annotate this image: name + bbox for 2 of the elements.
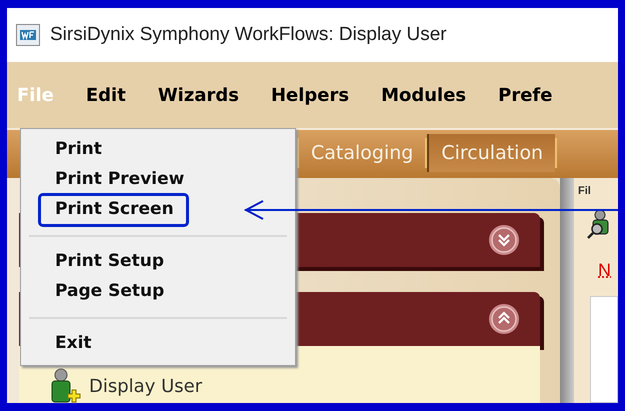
window-title: SirsiDynix Symphony WorkFlows: Display User [50, 22, 447, 47]
panel-heading: Fil [578, 186, 592, 197]
